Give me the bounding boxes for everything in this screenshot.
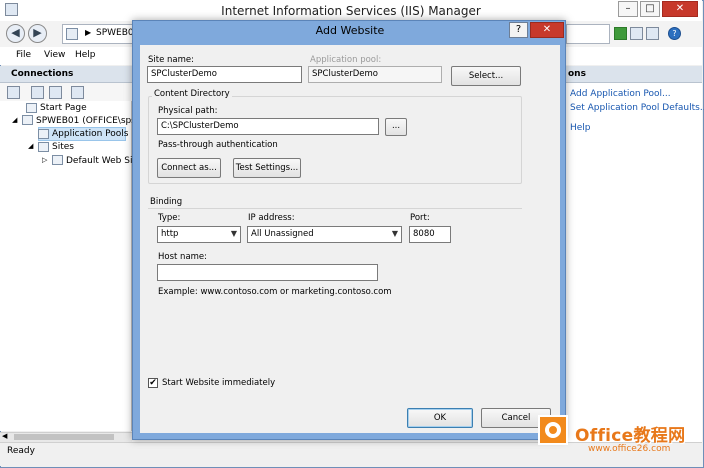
actions-pane <box>564 83 702 442</box>
close-window-button[interactable]: ✕ <box>662 1 698 17</box>
collapse-arrow-icon[interactable]: ◢ <box>12 116 17 124</box>
connections-title: Connections <box>11 69 74 79</box>
refresh-icon[interactable] <box>614 27 627 40</box>
ip-address-value: All Unassigned <box>251 229 314 239</box>
breadcrumb-arrow-icon: ▶ <box>85 28 92 37</box>
save-icon[interactable] <box>31 86 44 99</box>
tree-horizontal-scrollbar[interactable]: ◀ <box>0 432 132 442</box>
tree-item-application-pools[interactable]: Application Pools <box>52 129 128 139</box>
content-directory-title: Content Directory <box>152 89 232 99</box>
home-icon[interactable] <box>646 27 659 40</box>
tree-item-default-web-site[interactable]: Default Web Site <box>66 156 142 166</box>
connections-header: Connections <box>0 66 132 83</box>
application-pool-label: Application pool: <box>310 55 382 65</box>
connect-icon[interactable] <box>7 86 20 99</box>
forward-icon[interactable]: ▶ <box>28 24 47 43</box>
chevron-down-icon: ▼ <box>230 229 237 238</box>
add-application-pool-link[interactable]: Add Application Pool... <box>570 89 671 99</box>
ip-address-label: IP address: <box>248 213 295 223</box>
app-pools-icon <box>38 129 49 139</box>
auth-text: Pass-through authentication <box>158 140 278 150</box>
site-name-label: Site name: <box>148 55 194 65</box>
dialog-title: Add Website <box>315 24 385 37</box>
maximize-button[interactable]: □ <box>640 1 660 17</box>
status-text: Ready <box>7 446 35 456</box>
physical-path-label: Physical path: <box>158 106 218 116</box>
test-settings-button[interactable]: Test Settings... <box>233 158 301 178</box>
back-icon[interactable]: ◀ <box>6 24 25 43</box>
tree-item-start-page[interactable]: Start Page <box>40 103 87 113</box>
ok-button[interactable]: OK <box>407 408 473 428</box>
set-app-pool-defaults-link[interactable]: Set Application Pool Defaults... <box>570 103 704 113</box>
dialog-close-button[interactable]: ✕ <box>530 22 564 38</box>
application-pool-field: SPClusterDemo <box>308 66 442 83</box>
type-label: Type: <box>158 213 181 223</box>
menu-file[interactable]: File <box>16 50 31 60</box>
connect-as-button[interactable]: Connect as... <box>157 158 221 178</box>
select-app-pool-button[interactable]: Select... <box>451 66 521 86</box>
watermark-logo-mark <box>545 422 561 438</box>
window-title: Internet Information Services (IIS) Mana… <box>221 4 481 18</box>
chevron-down-icon: ▼ <box>391 229 398 238</box>
actions-header: ons <box>564 66 702 83</box>
disconnect-icon[interactable] <box>71 86 84 99</box>
binding-label: Binding <box>150 197 183 207</box>
stop-icon[interactable] <box>630 27 643 40</box>
connections-toolbar <box>0 83 132 101</box>
physical-path-input[interactable]: C:\SPClusterDemo <box>157 118 379 135</box>
globe-icon <box>52 155 63 165</box>
site-name-input[interactable]: SPClusterDemo <box>147 66 302 83</box>
ip-address-select[interactable]: All Unassigned ▼ <box>247 226 402 243</box>
window-titlebar: Internet Information Services (IIS) Mana… <box>0 0 702 21</box>
server-node-icon <box>22 115 33 125</box>
tree-item-server[interactable]: SPWEB01 (OFFICE\spset <box>36 116 145 126</box>
address-dropdown[interactable] <box>566 24 610 44</box>
start-website-label[interactable]: Start Website immediately <box>162 378 275 388</box>
actions-title: ons <box>568 69 586 79</box>
port-input[interactable]: 8080 <box>409 226 451 243</box>
host-name-label: Host name: <box>158 252 208 262</box>
dialog-help-button[interactable]: ? <box>509 22 528 38</box>
port-label: Port: <box>410 213 430 223</box>
watermark-url: www.office26.com <box>588 444 671 454</box>
tree-item-sites[interactable]: Sites <box>52 142 74 152</box>
expand-arrow-icon[interactable]: ▷ <box>42 156 47 164</box>
server-icon <box>66 28 78 40</box>
start-page-icon <box>26 103 37 113</box>
start-website-checkbox[interactable]: ✔ <box>148 378 158 388</box>
menu-view[interactable]: View <box>44 50 65 60</box>
browse-button[interactable]: ... <box>385 118 407 136</box>
type-select-value: http <box>161 229 179 239</box>
watermark-brand: Office教程网 <box>575 426 686 446</box>
scrollbar-thumb[interactable] <box>14 434 114 440</box>
host-name-input[interactable] <box>157 264 378 281</box>
sites-folder-icon <box>38 142 49 152</box>
menu-help[interactable]: Help <box>75 50 96 60</box>
type-select[interactable]: http ▼ <box>157 226 241 243</box>
minimize-button[interactable]: – <box>618 1 638 17</box>
folder-icon[interactable] <box>49 86 62 99</box>
host-example-text: Example: www.contoso.com or marketing.co… <box>158 287 392 297</box>
collapse-arrow-icon[interactable]: ◢ <box>28 142 33 150</box>
help-link[interactable]: Help <box>570 123 591 133</box>
scroll-left-icon[interactable]: ◀ <box>2 432 7 440</box>
help-icon[interactable]: ? <box>668 27 681 40</box>
